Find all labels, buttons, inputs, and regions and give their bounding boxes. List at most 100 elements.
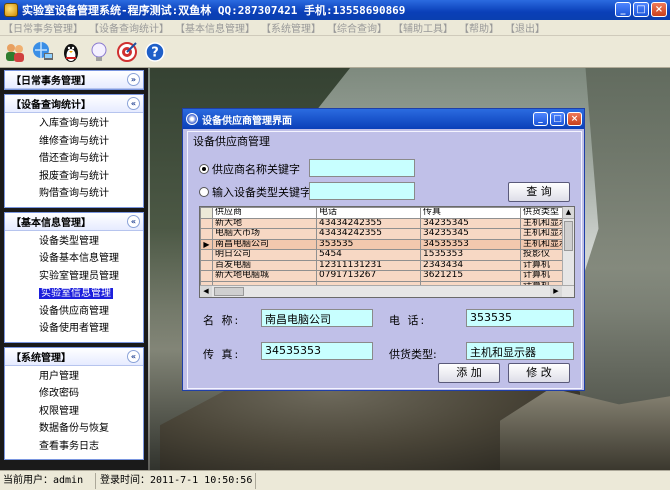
grid-cell[interactable]: 电脑大市场 xyxy=(212,228,317,240)
sidebar-item-device-types[interactable]: 设备类型管理 xyxy=(5,233,143,251)
grid-cell[interactable]: 新大地 xyxy=(212,217,317,229)
dialog-maximize-button[interactable]: □ xyxy=(550,112,565,126)
grid-cell[interactable]: 34535353 xyxy=(420,238,521,250)
scroll-up-icon[interactable]: ▲ xyxy=(563,207,574,219)
expand-icon[interactable]: » xyxy=(127,73,140,86)
sidebar-item-lab-info[interactable]: 实验室信息管理 xyxy=(5,285,143,303)
grid-cell[interactable]: 2343434 xyxy=(420,259,521,271)
panel-system-header[interactable]: 【系统管理】 « xyxy=(5,347,143,366)
collapse-icon[interactable]: « xyxy=(127,349,140,363)
grid-cell[interactable]: 南昌电脑公司 xyxy=(212,238,317,250)
phone-field[interactable]: 353535 xyxy=(466,309,574,327)
panel-query-stats-title: 【设备查询统计】 xyxy=(11,100,91,111)
sidebar-item-backup-restore[interactable]: 数据备份与恢复 xyxy=(5,420,143,438)
grid-cell[interactable]: 3621215 xyxy=(420,270,521,282)
menu-exit[interactable]: 【退出】 xyxy=(502,20,548,35)
table-row[interactable]: 百发电脑 12311131231 2343434 计算机 xyxy=(200,259,572,271)
grid-cell[interactable]: 1535353 xyxy=(420,249,521,261)
panel-daily-header[interactable]: 【日常事务管理】 » xyxy=(5,71,143,89)
panel-query-stats-header[interactable]: 【设备查询统计】 « xyxy=(5,95,143,113)
grid-cell[interactable]: 0791713267 xyxy=(316,270,421,282)
target-icon[interactable] xyxy=(114,39,140,65)
lightbulb-icon[interactable] xyxy=(86,39,112,65)
grid-cell[interactable]: 百发电脑 xyxy=(212,259,317,271)
grid-cell[interactable]: 34235345 xyxy=(420,217,521,229)
name-field[interactable]: 南昌电脑公司 xyxy=(261,309,373,327)
scroll-thumb[interactable] xyxy=(564,221,573,251)
scroll-thumb[interactable] xyxy=(214,287,244,296)
radio-by-name-indicator[interactable] xyxy=(199,164,209,174)
grid-cell[interactable]: 新大地电脑城 xyxy=(212,270,317,282)
grid-cell[interactable]: 5454 xyxy=(316,249,421,261)
menu-bar: 【日常事务管理】 【设备查询统计】 【基本信息管理】 【系统管理】 【综合查询】… xyxy=(0,20,670,36)
sidebar-item-lab-info-label: 实验室信息管理 xyxy=(39,288,113,299)
dialog-minimize-button[interactable]: _ xyxy=(533,112,548,126)
grid-cell[interactable]: 12311131231 xyxy=(316,259,421,271)
help-icon[interactable]: ? xyxy=(142,39,168,65)
app-icon xyxy=(4,3,18,17)
search-button[interactable]: 查 询 xyxy=(508,182,570,202)
maximize-button[interactable]: □ xyxy=(633,2,649,17)
menu-comprehensive-query[interactable]: 【综合查询】 xyxy=(324,20,390,35)
name-keyword-input[interactable] xyxy=(309,159,415,177)
grid-cell[interactable]: 34235345 xyxy=(420,228,521,240)
grid-cell[interactable]: 43434242355 xyxy=(316,217,421,229)
supplier-grid[interactable]: 供应商 电话 传真 供货类型 新大地 43434242355 34235345 … xyxy=(199,206,575,298)
grid-header-supplier[interactable]: 供应商 xyxy=(212,207,317,219)
menu-help[interactable]: 【帮助】 xyxy=(456,20,502,35)
table-row[interactable]: 明日公司 5454 1535353 投影仪 xyxy=(200,249,572,261)
sidebar-item-lab-admins[interactable]: 实验室管理员管理 xyxy=(5,268,143,286)
users-icon[interactable] xyxy=(2,39,28,65)
table-row[interactable]: 新大地 43434242355 34235345 主机和显示 xyxy=(200,217,572,229)
dialog-close-button[interactable]: × xyxy=(567,112,582,126)
menu-tools[interactable]: 【辅助工具】 xyxy=(390,20,456,35)
sidebar-item-suppliers[interactable]: 设备供应商管理 xyxy=(5,303,143,321)
grid-header-fax[interactable]: 传真 xyxy=(420,207,521,219)
table-row[interactable]: 电脑大市场 43434242355 34235345 主机和显示 xyxy=(200,228,572,240)
sidebar-item-borrow-query[interactable]: 借还查询与统计 xyxy=(5,150,143,168)
sidebar-item-permissions[interactable]: 权限管理 xyxy=(5,403,143,421)
add-button[interactable]: 添 加 xyxy=(438,363,500,383)
title-bar: 实验室设备管理系统-程序测试:双鱼林 QQ:287307421 手机:13558… xyxy=(0,0,670,20)
network-icon[interactable] xyxy=(30,39,56,65)
fax-label: 传 真: xyxy=(203,348,241,361)
table-row-selected[interactable]: ▶ 南昌电脑公司 353535 34535353 主机和显示 xyxy=(200,238,572,250)
collapse-icon[interactable]: « xyxy=(127,214,140,228)
penguin-icon[interactable] xyxy=(58,39,84,65)
scroll-left-icon[interactable]: ◀ xyxy=(200,286,212,297)
grid-vertical-scrollbar[interactable]: ▲ xyxy=(562,207,574,287)
close-button[interactable]: × xyxy=(651,2,667,17)
sidebar-item-scrap-query[interactable]: 报废查询与统计 xyxy=(5,168,143,186)
scroll-right-icon[interactable]: ▶ xyxy=(550,286,562,297)
grid-cell[interactable]: 353535 xyxy=(316,238,421,250)
type-keyword-input[interactable] xyxy=(309,182,415,200)
sidebar-item-transaction-log[interactable]: 查看事务日志 xyxy=(5,438,143,456)
supply-type-field[interactable]: 主机和显示器 xyxy=(466,342,574,360)
fax-field[interactable]: 34535353 xyxy=(261,342,373,360)
sidebar-item-purchase-query[interactable]: 购借查询与统计 xyxy=(5,185,143,203)
radio-by-name[interactable]: 供应商名称关键字 xyxy=(199,161,300,177)
minimize-button[interactable]: _ xyxy=(615,2,631,17)
radio-by-type[interactable]: 输入设备类型关键字 xyxy=(199,184,311,200)
panel-basic-info-header[interactable]: 【基本信息管理】 « xyxy=(5,212,143,231)
menu-daily[interactable]: 【日常事务管理】 xyxy=(0,20,86,35)
grid-cell[interactable]: 明日公司 xyxy=(212,249,317,261)
radio-by-type-indicator[interactable] xyxy=(199,187,209,197)
sidebar-item-change-password[interactable]: 修改密码 xyxy=(5,385,143,403)
sidebar-item-repair-query[interactable]: 维修查询与统计 xyxy=(5,133,143,151)
table-row[interactable]: 新大地电脑城 0791713267 3621215 计算机 xyxy=(200,270,572,282)
sidebar-item-device-info[interactable]: 设备基本信息管理 xyxy=(5,250,143,268)
sidebar-item-user-management[interactable]: 用户管理 xyxy=(5,368,143,386)
collapse-icon[interactable]: « xyxy=(127,97,140,110)
menu-query-stats[interactable]: 【设备查询统计】 xyxy=(86,20,172,35)
toolbar: ? xyxy=(0,36,670,68)
grid-cell[interactable]: 43434242355 xyxy=(316,228,421,240)
menu-system[interactable]: 【系统管理】 xyxy=(258,20,324,35)
grid-header-phone[interactable]: 电话 xyxy=(316,207,421,219)
sidebar-item-stock-in-query[interactable]: 入库查询与统计 xyxy=(5,115,143,133)
grid-horizontal-scrollbar[interactable]: ◀ ▶ xyxy=(200,285,574,297)
menu-basic-info[interactable]: 【基本信息管理】 xyxy=(172,20,258,35)
sidebar-item-device-users[interactable]: 设备使用者管理 xyxy=(5,320,143,338)
modify-button[interactable]: 修 改 xyxy=(508,363,570,383)
panel-system: 【系统管理】 « 用户管理 修改密码 权限管理 数据备份与恢复 查看事务日志 xyxy=(4,346,144,460)
